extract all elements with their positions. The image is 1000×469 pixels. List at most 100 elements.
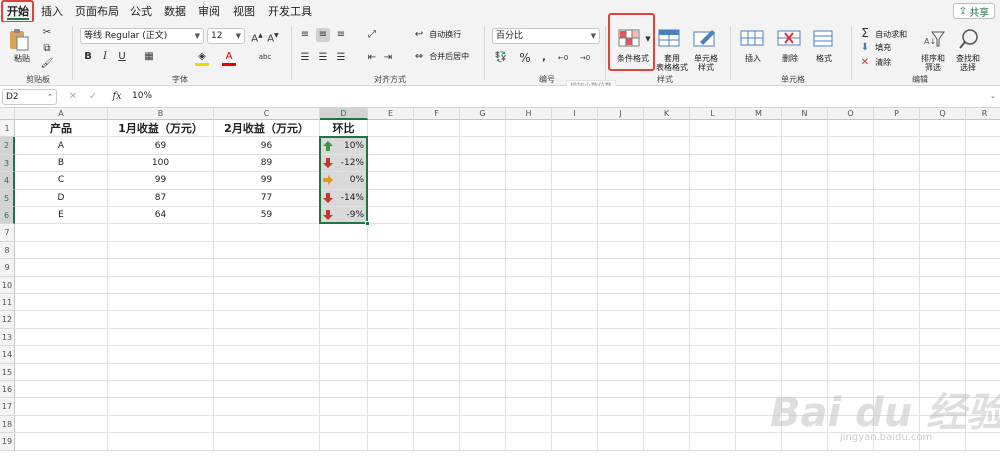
currency-icon[interactable]: 💱 <box>494 51 508 65</box>
cell[interactable] <box>15 311 108 329</box>
cell[interactable] <box>874 241 920 260</box>
tab-page-layout[interactable]: 页面布局 <box>75 3 119 19</box>
clear-button[interactable]: ✕ 清除 <box>858 56 891 70</box>
copy-icon[interactable]: ⧉ <box>40 42 54 56</box>
cell[interactable] <box>506 294 552 312</box>
cell[interactable] <box>506 120 552 138</box>
cell[interactable] <box>598 259 644 277</box>
cell[interactable] <box>644 207 690 225</box>
cell[interactable] <box>966 364 1000 381</box>
cell[interactable] <box>552 154 598 173</box>
format-painter-icon[interactable]: 🖌 <box>40 57 54 71</box>
cell[interactable] <box>460 207 506 225</box>
cell[interactable] <box>736 172 782 190</box>
cell[interactable] <box>460 415 506 434</box>
cell[interactable] <box>460 381 506 399</box>
cell[interactable] <box>598 276 644 294</box>
font-color-icon[interactable]: A <box>222 50 236 64</box>
header-cell[interactable]: 产品 <box>15 120 108 138</box>
cell[interactable] <box>368 189 414 207</box>
cell[interactable] <box>644 346 690 364</box>
column-header-o[interactable]: O <box>828 108 874 120</box>
cell[interactable] <box>920 137 966 155</box>
cell[interactable] <box>414 224 460 242</box>
align-left-icon[interactable]: ☰ <box>298 51 312 65</box>
cell[interactable] <box>15 328 108 347</box>
column-header-m[interactable]: M <box>736 108 782 120</box>
cell[interactable] <box>108 294 214 312</box>
cell[interactable] <box>782 241 828 260</box>
cell[interactable] <box>368 241 414 260</box>
decrease-font-icon[interactable]: A▼ <box>266 29 280 44</box>
cell[interactable] <box>214 224 320 242</box>
decrease-decimal-icon[interactable]: →0 <box>578 51 592 65</box>
cell[interactable] <box>966 190 1000 207</box>
cell[interactable] <box>414 154 460 173</box>
cell[interactable] <box>552 189 598 207</box>
cell[interactable] <box>690 259 736 277</box>
data-cell[interactable]: 89 <box>214 154 320 173</box>
cell[interactable] <box>414 398 460 416</box>
cell[interactable] <box>506 398 552 416</box>
cell[interactable] <box>460 259 506 277</box>
cell[interactable] <box>460 398 506 416</box>
cell[interactable] <box>966 259 1000 277</box>
cell[interactable] <box>15 398 108 416</box>
cell[interactable] <box>690 276 736 294</box>
cell[interactable] <box>690 224 736 242</box>
insert-cells-button[interactable] <box>740 28 766 50</box>
cell[interactable] <box>920 328 966 347</box>
cell[interactable] <box>690 433 736 451</box>
cell[interactable] <box>15 294 108 312</box>
cell[interactable] <box>320 294 368 312</box>
cell[interactable] <box>966 137 1000 155</box>
cell[interactable] <box>506 433 552 451</box>
cell[interactable] <box>598 120 644 138</box>
column-header-c[interactable]: C <box>214 108 320 120</box>
font-size-select[interactable]: 12 ▼ <box>207 28 245 44</box>
cell[interactable] <box>506 311 552 329</box>
number-format-select[interactable]: 百分比 ▼ <box>492 28 600 44</box>
tab-insert[interactable]: 插入 <box>41 3 63 19</box>
cell[interactable] <box>598 224 644 242</box>
cell[interactable] <box>552 433 598 451</box>
cell[interactable] <box>736 120 782 138</box>
column-header-i[interactable]: I <box>552 108 598 120</box>
cell[interactable] <box>736 363 782 381</box>
row-header-3[interactable]: 3 <box>0 154 15 173</box>
cell[interactable] <box>874 154 920 173</box>
cell[interactable] <box>108 433 214 451</box>
font-name-select[interactable]: 等线 Regular (正文) ▼ <box>80 28 204 44</box>
column-header-a[interactable]: A <box>15 108 108 120</box>
cell[interactable] <box>690 398 736 416</box>
cell[interactable] <box>368 328 414 347</box>
cell[interactable] <box>782 346 828 364</box>
cell[interactable] <box>552 207 598 225</box>
cell[interactable] <box>966 120 1000 138</box>
italic-button[interactable]: I <box>98 50 112 64</box>
cell[interactable] <box>920 294 966 312</box>
cell[interactable] <box>966 242 1000 260</box>
cell[interactable] <box>552 259 598 277</box>
cell[interactable] <box>15 346 108 364</box>
data-cell[interactable]: D <box>15 189 108 207</box>
cell[interactable] <box>966 155 1000 173</box>
increase-font-icon[interactable]: A▲ <box>250 29 264 44</box>
cell[interactable] <box>966 329 1000 347</box>
cell[interactable] <box>214 433 320 451</box>
cell[interactable] <box>368 224 414 242</box>
cell[interactable] <box>460 328 506 347</box>
cell[interactable] <box>966 277 1000 294</box>
cell[interactable] <box>920 346 966 364</box>
cell[interactable] <box>108 276 214 294</box>
cell[interactable] <box>320 415 368 434</box>
cell[interactable] <box>506 241 552 260</box>
data-cell[interactable]: 96 <box>214 137 320 155</box>
cell[interactable] <box>690 207 736 225</box>
cell[interactable] <box>368 137 414 155</box>
cell[interactable] <box>368 433 414 451</box>
cell[interactable] <box>598 346 644 364</box>
column-header-g[interactable]: G <box>460 108 506 120</box>
cell[interactable] <box>736 189 782 207</box>
data-cell[interactable]: 87 <box>108 189 214 207</box>
